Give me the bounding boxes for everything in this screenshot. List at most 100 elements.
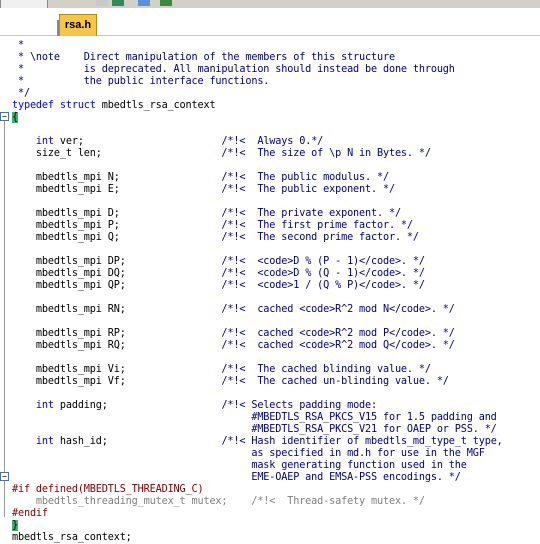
- code-token: #MBEDTLS_RSA_PKCS_V15 for 1.5 padding an…: [12, 412, 497, 423]
- code-token: int: [12, 136, 54, 147]
- code-token: /*!< The size of \p N in Bytes. */: [221, 148, 431, 159]
- code-token: mbedtls_mpi D;: [12, 208, 222, 219]
- code-token: hash_id;: [53, 436, 222, 447]
- code-line: * the public interface functions.: [12, 76, 269, 88]
- code-token: mbedtls_mpi E;: [12, 184, 222, 195]
- code-line: mbedtls_rsa_context;: [12, 532, 132, 544]
- tab-rsa-h[interactable]: rsa.h: [59, 14, 97, 36]
- code-line: mbedtls_mpi DQ; /*!< <code>D % (Q - 1)</…: [12, 268, 425, 280]
- code-line: #endif: [12, 508, 48, 520]
- code-line: mbedtls_mpi RP; /*!< cached <code>R^2 mo…: [12, 328, 455, 340]
- code-token: * the public interface functions.: [12, 76, 270, 87]
- code-line: as specified in md.h for use in the MGF: [12, 448, 485, 460]
- code-token: /*!< cached <code>R^2 mod P</code>. */: [221, 328, 455, 339]
- code-token: typedef struct: [12, 100, 96, 111]
- fold-toggle-icon[interactable]: −: [0, 472, 9, 481]
- toolbar: [0, 0, 540, 18]
- code-line: int hash_id; /*!< Hash identifier of mbe…: [12, 436, 503, 448]
- code-token: int: [12, 400, 54, 411]
- code-line: int ver; /*!< Always 0.*/: [12, 136, 323, 148]
- code-token: mbedtls_rsa_context: [95, 100, 216, 111]
- code-token: #endif: [12, 508, 48, 519]
- matching-brace: }: [12, 520, 18, 531]
- code-token: #if defined(MBEDTLS_THREADING_C): [12, 484, 204, 495]
- fold-toggle-icon[interactable]: −: [0, 112, 9, 121]
- matching-brace: {: [12, 112, 18, 123]
- code-token: mbedtls_mpi Q;: [12, 232, 222, 243]
- code-token: mbedtls_mpi RN;: [12, 304, 222, 315]
- code-token: /*!< The public exponent. */: [221, 184, 395, 195]
- code-token: /*!< <code>D % (Q - 1)</code>. */: [221, 268, 425, 279]
- code-line: *: [12, 40, 24, 52]
- code-token: mbedtls_mpi P;: [12, 220, 222, 231]
- code-token: mbedtls_mpi DQ;: [12, 268, 222, 279]
- code-token: /*!< cached <code>R^2 mod Q</code>. */: [221, 340, 455, 351]
- code-token: mbedtls_mpi RQ;: [12, 340, 222, 351]
- fold-guide-line: [4, 121, 5, 476]
- code-line: typedef struct mbedtls_rsa_context: [12, 100, 216, 112]
- code-token: mbedtls_rsa_context;: [12, 532, 132, 543]
- code-line: mbedtls_mpi Vi; /*!< The cached blinding…: [12, 364, 431, 376]
- code-token: padding;: [53, 400, 222, 411]
- code-token: /*!< <code>1 / (Q % P)</code>. */: [221, 280, 425, 291]
- code-token: mbedtls_mpi Vi;: [12, 364, 222, 375]
- code-line: mbedtls_mpi P; /*!< The first prime fact…: [12, 220, 413, 232]
- code-token: /*!< The private exponent. */: [221, 208, 401, 219]
- code-line: */: [12, 88, 30, 100]
- code-line: #if defined(MBEDTLS_THREADING_C): [12, 484, 204, 496]
- code-token: as specified in md.h for use in the MGF: [12, 448, 485, 459]
- fold-guide-line: [4, 481, 5, 517]
- code-token: #MBEDTLS_RSA_PKCS_V21 for OAEP or PSS. *…: [12, 424, 497, 435]
- code-token: mbedtls_threading_mutex_t mutex; /*!< Th…: [12, 496, 425, 507]
- download-arrow-icon[interactable]: [112, 0, 124, 6]
- code-line: mask generating function used in the: [12, 460, 467, 472]
- code-token: ver;: [53, 136, 222, 147]
- editor-tab-bar: rsa.h: [0, 8, 540, 36]
- code-token: mbedtls_mpi RP;: [12, 328, 222, 339]
- code-token: /*!< The cached un-blinding value. */: [221, 376, 449, 387]
- code-token: mbedtls_mpi Vf;: [12, 376, 222, 387]
- code-token: * is deprecated. All manipulation should…: [12, 64, 455, 75]
- code-token: size_t len;: [12, 148, 222, 159]
- code-line: mbedtls_threading_mutex_t mutex; /*!< Th…: [12, 496, 425, 508]
- code-line: #MBEDTLS_RSA_PKCS_V21 for OAEP or PSS. *…: [12, 424, 497, 436]
- filter-icon[interactable]: [138, 0, 150, 6]
- code-token: /*!< The first prime factor. */: [221, 220, 413, 231]
- code-token: int: [12, 436, 54, 447]
- code-line: * \note Direct manipulation of the membe…: [12, 52, 395, 64]
- code-line: size_t len; /*!< The size of \p N in Byt…: [12, 148, 431, 160]
- code-line: mbedtls_mpi QP; /*!< <code>1 / (Q % P)</…: [12, 280, 425, 292]
- code-token: mbedtls_mpi DP;: [12, 256, 222, 267]
- code-line: }: [12, 520, 18, 532]
- code-token: mask generating function used in the: [12, 460, 467, 471]
- code-token: *: [12, 40, 24, 51]
- fold-gutter: − −: [0, 36, 10, 525]
- code-token: mbedtls_mpi QP;: [12, 280, 222, 291]
- code-line: mbedtls_mpi N; /*!< The public modulus. …: [12, 172, 389, 184]
- code-token: */: [12, 88, 30, 99]
- code-line: mbedtls_mpi RQ; /*!< cached <code>R^2 mo…: [12, 340, 455, 352]
- code-line: int padding; /*!< Selects padding mode:: [12, 400, 377, 412]
- code-line: mbedtls_mpi E; /*!< The public exponent.…: [12, 184, 395, 196]
- code-token: /*!< The public modulus. */: [221, 172, 389, 183]
- code-line: {: [12, 112, 18, 124]
- code-token: /*!< Always 0.*/: [221, 136, 324, 147]
- code-token: mbedtls_mpi N;: [12, 172, 222, 183]
- code-line: * is deprecated. All manipulation should…: [12, 64, 455, 76]
- code-token: /*!< cached <code>R^2 mod N</code>. */: [221, 304, 455, 315]
- code-line: mbedtls_mpi DP; /*!< <code>D % (P - 1)</…: [12, 256, 425, 268]
- code-line: #MBEDTLS_RSA_PKCS_V15 for 1.5 padding an…: [12, 412, 497, 424]
- code-token: /*!< Hash identifier of mbedtls_md_type_…: [221, 436, 503, 447]
- code-token: /*!< The cached blinding value. */: [221, 364, 431, 375]
- image-check-icon[interactable]: [160, 0, 172, 6]
- code-line: mbedtls_mpi Vf; /*!< The cached un-blind…: [12, 376, 449, 388]
- code-line: mbedtls_mpi RN; /*!< cached <code>R^2 mo…: [12, 304, 455, 316]
- code-line: mbedtls_mpi Q; /*!< The second prime fac…: [12, 232, 419, 244]
- code-token: * \note Direct manipulation of the membe…: [12, 52, 395, 63]
- code-line: mbedtls_mpi D; /*!< The private exponent…: [12, 208, 401, 220]
- toolbar-icon-a[interactable]: [96, 0, 108, 6]
- code-token: /*!< The second prime factor. */: [221, 232, 419, 243]
- code-token: /*!< <code>D % (P - 1)</code>. */: [221, 256, 425, 267]
- code-token: EME-OAEP and EMSA-PSS encodings. */: [12, 472, 461, 483]
- code-token: /*!< Selects padding mode:: [221, 400, 378, 411]
